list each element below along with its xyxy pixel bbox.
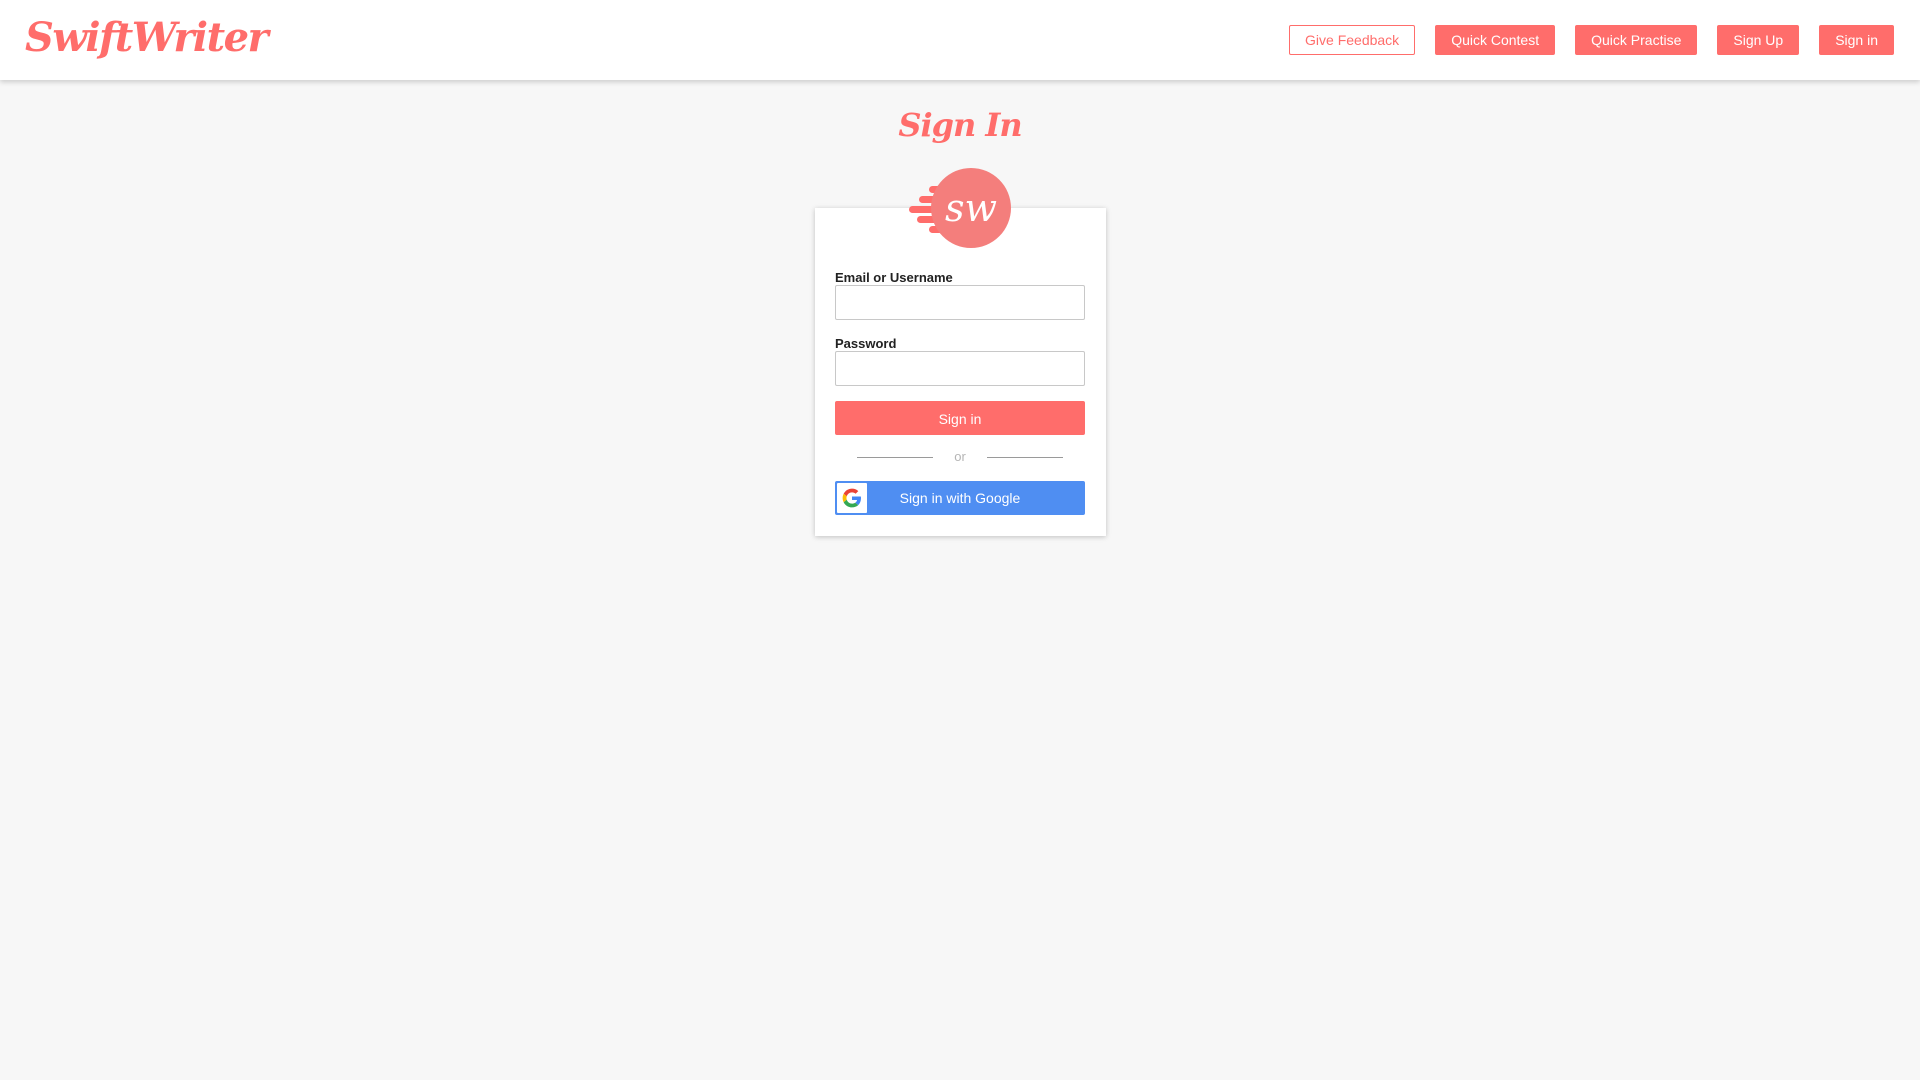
- sw-logo-badge-icon: sw: [905, 166, 1015, 250]
- google-sign-in-label: Sign in with Google: [899, 490, 1021, 506]
- give-feedback-button[interactable]: Give Feedback: [1289, 25, 1416, 55]
- badge-text: sw: [945, 186, 997, 230]
- page-title: Sign In: [898, 106, 1022, 144]
- or-divider: or: [835, 448, 1085, 468]
- brand-logo[interactable]: SwiftWriter: [25, 12, 269, 64]
- sign-in-submit-button[interactable]: Sign in: [835, 401, 1085, 435]
- email-label: Email or Username: [835, 270, 953, 285]
- quick-contest-button[interactable]: Quick Contest: [1435, 25, 1556, 55]
- password-field[interactable]: [835, 351, 1085, 386]
- top-navbar: SwiftWriter Give Feedback Quick Contest …: [0, 0, 1920, 80]
- sign-up-button[interactable]: Sign Up: [1717, 25, 1800, 55]
- sign-in-card: Email or Username Password Sign in or Si…: [815, 208, 1106, 536]
- nav-buttons: Give Feedback Quick Contest Quick Practi…: [1289, 25, 1894, 55]
- password-label: Password: [835, 336, 897, 351]
- quick-practise-button[interactable]: Quick Practise: [1575, 25, 1698, 55]
- email-field[interactable]: [835, 285, 1085, 320]
- nav-sign-in-button[interactable]: Sign in: [1819, 25, 1894, 55]
- google-sign-in-button[interactable]: Sign in with Google: [835, 481, 1085, 515]
- divider-line-right: [987, 457, 1063, 458]
